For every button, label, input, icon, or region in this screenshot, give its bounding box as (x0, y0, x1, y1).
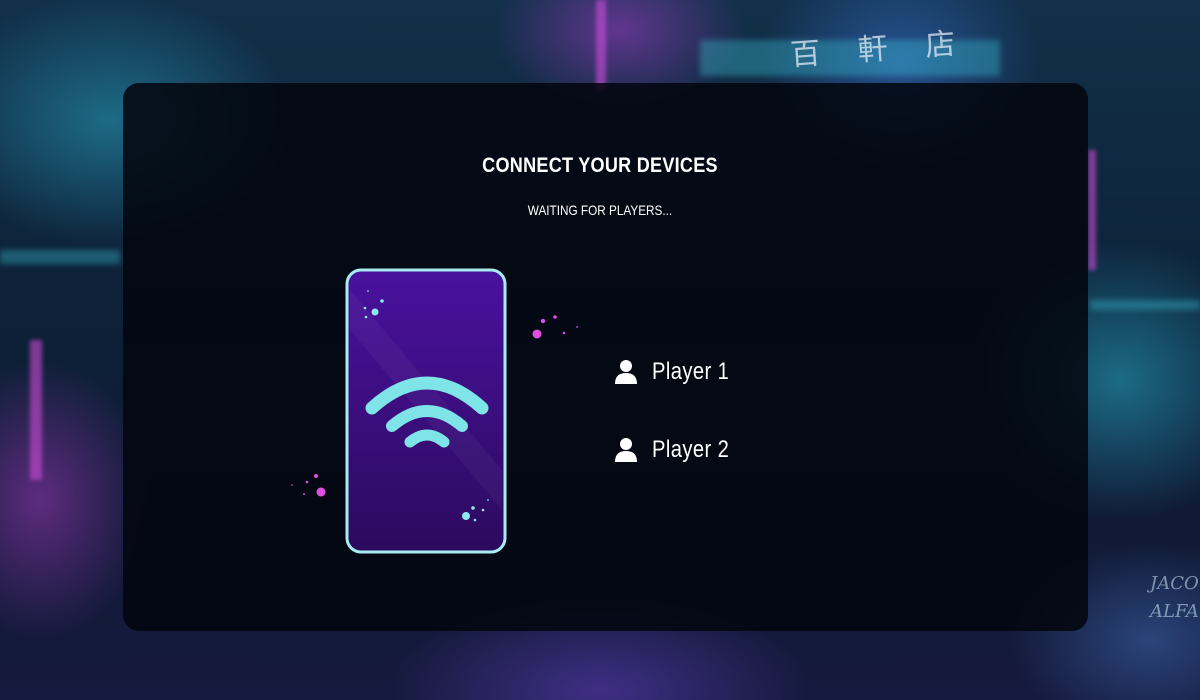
player-slot-2: Player 2 (614, 430, 914, 470)
phone-wifi-icon (291, 268, 578, 554)
artist-signature: JACO ALFA (1150, 573, 1199, 622)
waiting-status: WAITING FOR PLAYERS... (527, 202, 673, 218)
player-list: Player 1 Player 2 (614, 352, 914, 508)
player-name: Player 1 (652, 358, 730, 385)
player-name: Player 2 (652, 436, 730, 463)
player-slot-1: Player 1 (614, 352, 914, 392)
user-icon (615, 360, 637, 384)
dialog-title: CONNECT YOUR DEVICES (482, 154, 718, 177)
user-icon (615, 438, 637, 462)
phone-wifi-illustration (280, 260, 600, 570)
